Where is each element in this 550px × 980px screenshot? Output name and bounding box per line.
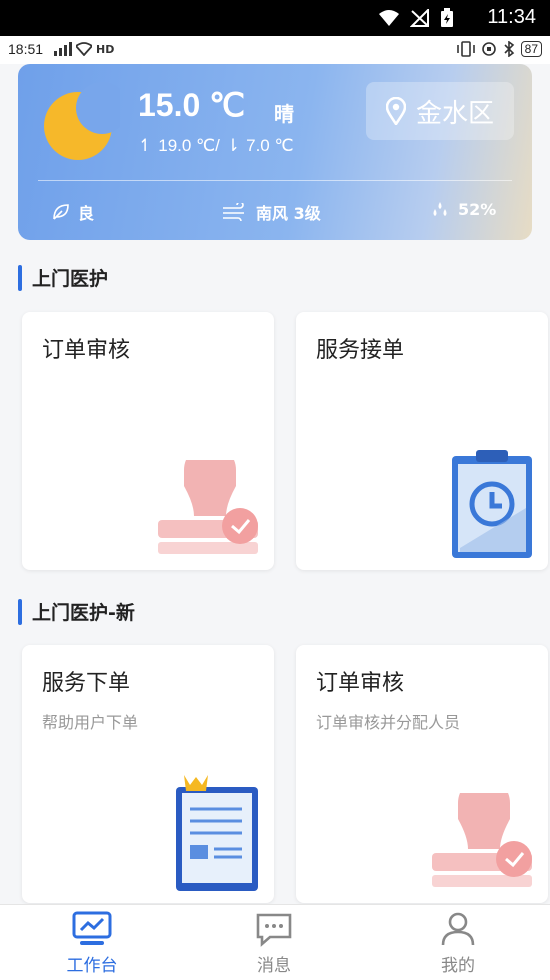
card-service-accept[interactable]: 服务接单 xyxy=(296,312,548,570)
card-title: 服务接单 xyxy=(316,338,405,363)
location-pin-icon xyxy=(385,97,406,125)
system-icons xyxy=(378,8,454,28)
location-button[interactable]: 金水区 xyxy=(366,82,514,140)
temperature-range: ↿ 19.0 ℃/ ⇂ 7.0 ℃ xyxy=(138,136,294,156)
arrow-down-icon: ⇂ xyxy=(225,136,241,155)
monitor-chart-icon xyxy=(72,911,112,945)
wifi-small-icon xyxy=(76,42,92,56)
section-title: 上门医护-新 xyxy=(32,602,135,624)
signal-icon xyxy=(54,42,72,56)
stamp-icon xyxy=(158,460,258,554)
battery-level: 87 xyxy=(520,41,542,57)
status-time: 18:51 xyxy=(8,41,44,57)
card-order-review[interactable]: 订单审核 xyxy=(22,312,274,570)
card-title: 订单审核 xyxy=(42,338,131,363)
wind-icon xyxy=(223,203,244,221)
alarm-icon xyxy=(481,42,496,56)
section-title: 上门医护 xyxy=(32,268,109,290)
wind-label: 南风 3级 xyxy=(256,204,321,223)
weather-divider xyxy=(38,180,512,181)
humidity-label: 52% xyxy=(458,200,497,219)
section-accent-bar xyxy=(18,264,22,291)
hd-badge: HD xyxy=(96,42,115,56)
air-quality-label: 良 xyxy=(78,204,95,223)
battery-charging-icon xyxy=(441,8,453,27)
system-status-bar: 11:34 xyxy=(0,0,550,36)
temp-high: 19.0 ℃/ xyxy=(158,136,220,155)
system-clock: 11:34 xyxy=(487,6,536,28)
nav-tab-profile[interactable]: 我的 xyxy=(398,911,518,976)
arrow-up-icon: ↿ xyxy=(138,136,153,155)
vibrate-icon xyxy=(456,41,475,57)
air-quality: 良 xyxy=(52,200,94,224)
nav-label: 我的 xyxy=(441,956,475,976)
card-service-order[interactable]: 服务下单 帮助用户下单 xyxy=(22,645,274,903)
section-title-home-care: 上门医护 xyxy=(18,264,108,291)
person-icon xyxy=(441,912,475,946)
location-label: 金水区 xyxy=(415,98,494,129)
app-status-bar: 18:51 HD 87 xyxy=(0,36,550,64)
weather-condition: 晴 xyxy=(274,102,294,126)
weather-card: 15.0 ℃ 晴 ↿ 19.0 ℃/ ⇂ 7.0 ℃ 金水区 良 南风 3级 5… xyxy=(18,64,532,240)
section-accent-bar xyxy=(18,598,22,625)
section-title-home-care-new: 上门医护-新 xyxy=(18,598,135,625)
nav-tab-messages[interactable]: 消息 xyxy=(214,911,334,976)
nav-label: 工作台 xyxy=(66,956,118,976)
wifi-icon xyxy=(379,10,399,26)
bottom-nav: 工作台 消息 我的 xyxy=(0,904,550,980)
droplets-icon xyxy=(433,201,447,216)
no-signal-icon xyxy=(410,9,429,27)
card-subtitle: 帮助用户下单 xyxy=(42,713,139,732)
nav-label: 消息 xyxy=(257,956,291,976)
card-title: 订单审核 xyxy=(316,671,405,696)
clipboard-clock-icon xyxy=(452,450,532,558)
temperature: 15.0 ℃ xyxy=(138,87,246,123)
bluetooth-icon xyxy=(504,41,514,57)
card-title: 服务下单 xyxy=(42,671,131,696)
chat-bubble-icon xyxy=(256,913,292,947)
moon-icon xyxy=(44,82,120,160)
card-order-review-assign[interactable]: 订单审核 订单审核并分配人员 xyxy=(296,645,548,903)
card-subtitle: 订单审核并分配人员 xyxy=(316,713,461,732)
status-left-icons: HD xyxy=(54,42,114,56)
leaf-icon xyxy=(53,204,69,220)
wind: 南风 3级 xyxy=(222,200,321,224)
document-icon xyxy=(176,775,258,891)
nav-tab-workbench[interactable]: 工作台 xyxy=(32,911,152,976)
stamp-icon xyxy=(432,793,532,887)
temp-low: 7.0 ℃ xyxy=(246,136,294,155)
status-right-icons: 87 xyxy=(456,41,542,57)
humidity: 52% xyxy=(430,200,496,219)
